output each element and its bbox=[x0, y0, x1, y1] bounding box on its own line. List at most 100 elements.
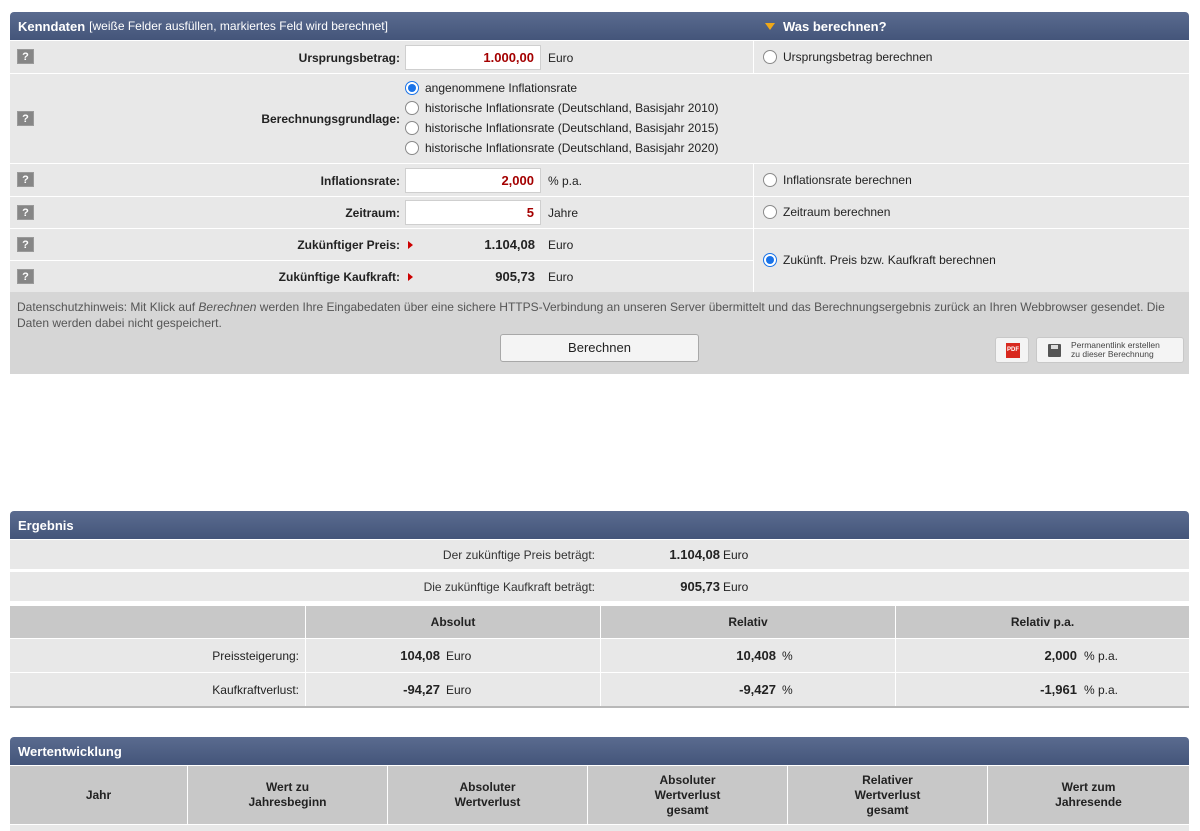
zukuenftige-kaufkraft-result: 905,73 bbox=[405, 264, 541, 289]
ergebnis-title: Ergebnis bbox=[18, 517, 74, 533]
value: -1,961 bbox=[1040, 682, 1077, 697]
unit: Euro bbox=[446, 649, 472, 663]
cell-absolut: 104,08 Euro bbox=[305, 639, 600, 672]
radio-selected-icon[interactable] bbox=[763, 253, 777, 267]
header-line: Wert zu bbox=[265, 780, 310, 794]
radio-grundlage-0[interactable]: angenommene Inflationsrate bbox=[405, 81, 577, 95]
kenndaten-header: Kenndaten [weiße Felder ausfüllen, marki… bbox=[10, 12, 1189, 40]
cell-relativ: -9,427 % bbox=[600, 673, 895, 706]
row-label-cell: Preissteigerung: bbox=[10, 639, 305, 672]
radio-preis-kaufkraft-berechnen[interactable]: Zukünft. Preis bzw. Kaufkraft berechnen bbox=[763, 253, 996, 267]
permalink-button[interactable]: Permanentlink erstellen zu dieser Berech… bbox=[1036, 337, 1184, 363]
value: 10,408 bbox=[736, 648, 776, 663]
header-line: Wert zum bbox=[1061, 780, 1116, 794]
berechnen-button[interactable]: Berechnen bbox=[500, 334, 699, 362]
ergebnis-header: Ergebnis bbox=[10, 511, 1189, 539]
help-icon[interactable]: ? bbox=[17, 172, 34, 187]
ursprungsbetrag-input[interactable]: 1.000,00 bbox=[405, 45, 541, 70]
radio-icon[interactable] bbox=[763, 205, 777, 219]
pdf-button[interactable]: PDF bbox=[995, 337, 1029, 363]
header-relativer-wertverlust-gesamt: Relativer Wertverlust gesamt bbox=[787, 766, 987, 824]
zukuenftige-kaufkraft-value: 905,73 bbox=[495, 269, 535, 284]
ergebnis-panel: Ergebnis Der zukünftige Preis beträgt: 1… bbox=[10, 511, 1189, 708]
value: 2,000 bbox=[1044, 648, 1077, 663]
help-icon[interactable]: ? bbox=[17, 269, 34, 284]
radio-grundlage-1[interactable]: historische Inflationsrate (Deutschland,… bbox=[405, 101, 718, 115]
radio-selected-icon[interactable] bbox=[405, 81, 419, 95]
table-row: Preissteigerung: 104,08 Euro 10,408 % 2,… bbox=[10, 639, 1189, 672]
zeitraum-label: Zeitraum: bbox=[345, 206, 400, 220]
inflationsrate-input[interactable]: 2,000 bbox=[405, 168, 541, 193]
zukuenftige-kaufkraft-label: Zukünftige Kaufkraft: bbox=[278, 270, 400, 284]
row-berechnungsgrundlage: ? Berechnungsgrundlage: angenommene Infl… bbox=[10, 73, 1189, 163]
table-row bbox=[10, 825, 1189, 831]
help-icon[interactable]: ? bbox=[17, 205, 34, 220]
header-line: Jahr bbox=[85, 787, 112, 802]
help-icon[interactable]: ? bbox=[17, 111, 34, 126]
zeitraum-unit: Jahre bbox=[548, 206, 579, 220]
header-relativ-pa: Relativ p.a. bbox=[895, 606, 1189, 638]
value: -94,27 bbox=[403, 682, 440, 697]
ergebnis-preis-label: Der zukünftige Preis beträgt: bbox=[442, 548, 595, 562]
radio-icon[interactable] bbox=[405, 101, 419, 115]
radio-icon[interactable] bbox=[763, 50, 777, 64]
ergebnis-kaufkraft-value: 905,73 bbox=[680, 579, 720, 594]
header-wert-jahresbeginn: Wert zu Jahresbeginn bbox=[187, 766, 387, 824]
radio-label: Zeitraum berechnen bbox=[783, 205, 891, 219]
was-berechnen-label: Was berechnen? bbox=[783, 18, 887, 34]
help-icon[interactable]: ? bbox=[17, 237, 34, 252]
ergebnis-table-header: Absolut Relativ Relativ p.a. bbox=[10, 606, 1189, 638]
header-absolut: Absolut bbox=[305, 606, 600, 638]
zukuenftiger-preis-result: 1.104,08 bbox=[405, 232, 541, 257]
unit: % bbox=[782, 649, 793, 663]
row-inflationsrate: ? Inflationsrate: 2,000 % p.a. Inflation… bbox=[10, 163, 1189, 196]
row-label: Kaufkraftverlust: bbox=[212, 683, 299, 697]
calc-option-cell: Inflationsrate berechnen bbox=[753, 164, 1189, 196]
zeitraum-input[interactable]: 5 bbox=[405, 200, 541, 225]
zukuenftiger-preis-value: 1.104,08 bbox=[484, 237, 535, 252]
radio-ursprungsbetrag-berechnen[interactable]: Ursprungsbetrag berechnen bbox=[763, 50, 932, 64]
radio-inflationsrate-berechnen[interactable]: Inflationsrate berechnen bbox=[763, 173, 912, 187]
header-line: Wertverlust bbox=[654, 787, 721, 802]
kenndaten-panel: Kenndaten [weiße Felder ausfüllen, marki… bbox=[10, 12, 1189, 374]
wertentwicklung-header: Wertentwicklung bbox=[10, 737, 1189, 765]
kenndaten-subtitle: [weiße Felder ausfüllen, markiertes Feld… bbox=[89, 19, 388, 33]
radio-icon[interactable] bbox=[405, 141, 419, 155]
header-line: gesamt bbox=[666, 802, 709, 817]
header-line: Jahresbeginn bbox=[248, 795, 327, 809]
header-line: Jahresende bbox=[1055, 795, 1122, 809]
zukuenftige-kaufkraft-unit: Euro bbox=[548, 270, 574, 284]
header-line: Wertverlust bbox=[454, 795, 521, 809]
header-line: Wertverlust bbox=[854, 787, 921, 802]
header-line: gesamt bbox=[866, 802, 909, 817]
ergebnis-preis-value: 1.104,08 bbox=[669, 547, 720, 562]
ergebnis-kaufkraft-label: Die zukünftige Kaufkraft beträgt: bbox=[423, 580, 595, 594]
radio-grundlage-3[interactable]: historische Inflationsrate (Deutschland,… bbox=[405, 141, 718, 155]
radio-zeitraum-berechnen[interactable]: Zeitraum berechnen bbox=[763, 205, 890, 219]
radio-label: angenommene Inflationsrate bbox=[425, 81, 578, 95]
wertentwicklung-table-header: Jahr Wert zu Jahresbeginn Absoluter Wertve… bbox=[10, 766, 1189, 824]
table-bottom-border bbox=[10, 706, 1189, 708]
pdf-icon: PDF bbox=[1006, 343, 1020, 358]
help-icon[interactable]: ? bbox=[17, 49, 34, 64]
was-berechnen-heading: Was berechnen? bbox=[765, 19, 887, 34]
calc-option-cell: Zukünft. Preis bzw. Kaufkraft berechnen bbox=[753, 229, 1189, 292]
radio-icon[interactable] bbox=[405, 121, 419, 135]
header-empty-cell bbox=[10, 606, 305, 638]
inflationsrate-unit: % p.a. bbox=[548, 174, 583, 188]
radio-label: historische Inflationsrate (Deutschland,… bbox=[425, 101, 719, 115]
value: 104,08 bbox=[400, 648, 440, 663]
berechnungsgrundlage-label: Berechnungsgrundlage: bbox=[261, 112, 400, 126]
radio-grundlage-2[interactable]: historische Inflationsrate (Deutschland,… bbox=[405, 121, 718, 135]
zukuenftiger-preis-unit: Euro bbox=[548, 238, 574, 252]
kenndaten-title: Kenndaten bbox=[18, 18, 86, 34]
radio-label: historische Inflationsrate (Deutschland,… bbox=[425, 141, 719, 155]
radio-label: Ursprungsbetrag berechnen bbox=[783, 50, 933, 64]
header-line: Absoluter bbox=[659, 772, 716, 787]
calculated-marker-icon bbox=[408, 273, 413, 281]
cell-relativ-pa: 2,000 % p.a. bbox=[895, 639, 1189, 672]
header-relativ: Relativ bbox=[600, 606, 895, 638]
header-jahr: Jahr bbox=[10, 766, 187, 824]
radio-icon[interactable] bbox=[763, 173, 777, 187]
zukuenftiger-preis-label: Zukünftiger Preis: bbox=[297, 238, 400, 252]
